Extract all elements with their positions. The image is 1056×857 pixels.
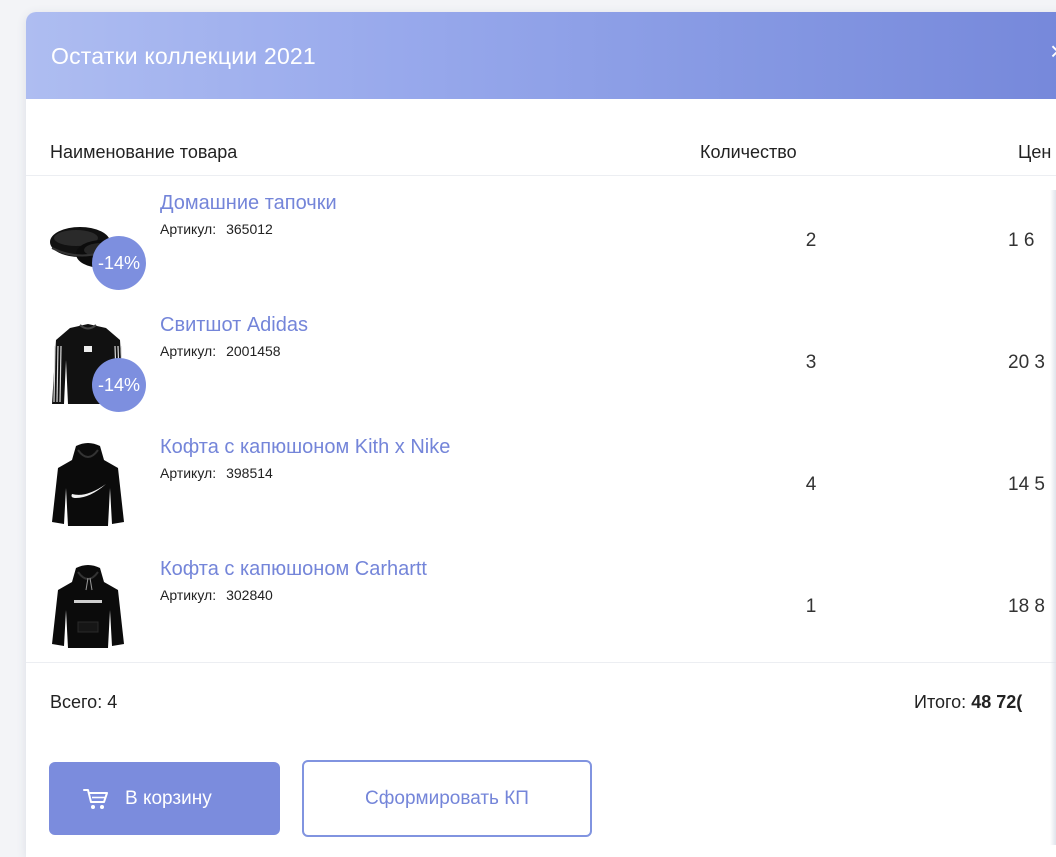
product-sku: Артикул: 365012 [160,221,273,237]
hoodie-nike-image [52,443,124,526]
grand-total-label: Итого: [914,692,967,712]
sku-value: 398514 [226,465,273,481]
column-header-name: Наименование товара [50,142,238,162]
sku-value: 302840 [226,587,273,603]
product-sku: Артикул: 2001458 [160,343,281,359]
add-to-cart-label: В корзину [125,788,212,809]
product-link[interactable]: Свитшот Adidas [160,314,308,337]
close-icon[interactable]: × [1050,38,1056,64]
sku-label: Артикул: [160,465,217,481]
price-value: 20 3 [1008,352,1045,373]
sku-label: Артикул: [160,221,217,237]
total-items-count: Всего: 4 [50,692,118,712]
discount-badge: -14% [92,358,146,412]
discount-badge: -14% [92,236,146,290]
column-header-quantity: Количество [700,142,797,162]
sku-label: Артикул: [160,343,217,359]
product-sku: Артикул: 398514 [160,465,273,481]
footer-divider [26,662,1056,663]
table-row: Кофта с капюшоном Carhartt Артикул: 30284… [26,546,1056,668]
quantity-value: 4 [805,474,817,495]
cart-icon [83,789,108,809]
modal-title: Остатки коллекции 2021 [51,43,316,69]
product-link[interactable]: Домашние тапочки [160,192,337,215]
hoodie-carhartt-image [52,565,124,648]
price-value: 1 6 [1008,230,1035,251]
generate-offer-button[interactable]: Сформировать КП [302,760,592,837]
table-row: Кофта с капюшоном Kith x Nike Артикул: 39… [26,424,1056,546]
product-link[interactable]: Кофта с капюшоном Carhartt [160,558,427,581]
price-value: 14 5 [1008,474,1045,495]
quantity-value: 2 [805,230,817,251]
add-to-cart-button[interactable]: В корзину [49,762,280,835]
sku-value: 2001458 [226,343,281,359]
quantity-value: 3 [805,352,817,373]
grand-total: Итого: 48 72( [914,692,1022,713]
quantity-value: 1 [805,596,817,617]
header-divider [26,175,1056,176]
table-row: -14% Свитшот Adidas Артикул: 2001458 3 20… [26,302,1056,424]
modal-header: Остатки коллекции 2021 × [26,12,1056,99]
scroll-edge-shadow [1050,190,1056,845]
product-sku: Артикул: 302840 [160,587,273,603]
sku-label: Артикул: [160,587,217,603]
table-row: -14% Домашние тапочки Артикул: 365012 2 1… [26,180,1056,302]
sku-value: 365012 [226,221,273,237]
price-value: 18 8 [1008,596,1045,617]
product-link[interactable]: Кофта с капюшоном Kith x Nike [160,436,450,459]
column-header-price: Цен [1018,142,1052,162]
grand-total-value: 48 72( [971,692,1023,712]
